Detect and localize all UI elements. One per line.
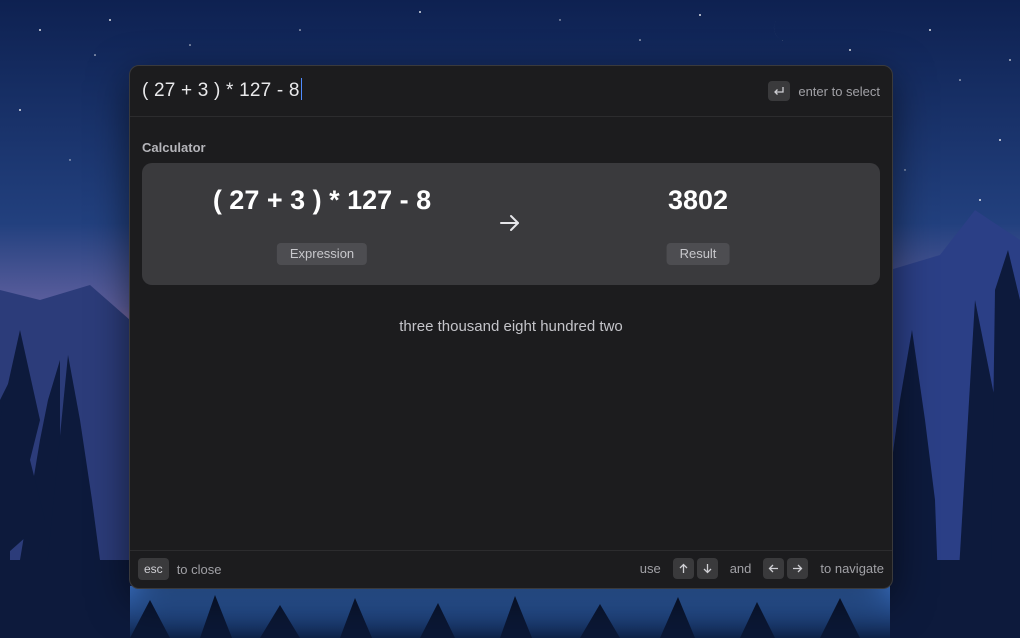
enter-hint-label: enter to select bbox=[798, 83, 880, 99]
navigate-hint-label: to navigate bbox=[820, 561, 884, 576]
search-input[interactable]: ( 27 + 3 ) * 127 - 8 bbox=[142, 78, 303, 104]
navigate-hint: use and to navigate bbox=[640, 558, 884, 579]
arrow-left-icon[interactable] bbox=[763, 558, 785, 579]
calculator-result-card[interactable]: ( 27 + 3 ) * 127 - 8 Expression 3802 Res… bbox=[142, 163, 880, 285]
desktop: ( 27 + 3 ) * 127 - 8 enter to select Cal… bbox=[0, 0, 1020, 638]
result-in-words: three thousand eight hundred two bbox=[399, 318, 623, 335]
enter-hint: enter to select bbox=[768, 80, 880, 102]
close-hint: esc to close bbox=[138, 558, 222, 580]
launcher-window: ( 27 + 3 ) * 127 - 8 enter to select Cal… bbox=[129, 65, 893, 589]
result-column: 3802 Result bbox=[548, 163, 848, 285]
arrow-down-icon[interactable] bbox=[696, 558, 718, 579]
expression-column: ( 27 + 3 ) * 127 - 8 Expression bbox=[172, 163, 472, 285]
section-title-calculator: Calculator bbox=[142, 140, 206, 155]
use-label: use bbox=[639, 561, 661, 576]
esc-key[interactable]: esc bbox=[138, 558, 169, 580]
result-label: Result bbox=[666, 243, 730, 265]
arrow-right-key-icon[interactable] bbox=[787, 558, 809, 579]
expression-label: Expression bbox=[276, 243, 368, 265]
arrow-up-icon[interactable] bbox=[672, 558, 694, 579]
expression-value: ( 27 + 3 ) * 127 - 8 bbox=[212, 185, 432, 215]
footer-bar: esc to close use and to navigate bbox=[130, 550, 892, 588]
search-bar: ( 27 + 3 ) * 127 - 8 enter to select bbox=[130, 66, 892, 117]
close-hint-label: to close bbox=[176, 561, 222, 577]
search-query[interactable]: ( 27 + 3 ) * 127 - 8 bbox=[142, 80, 300, 101]
result-value: 3802 bbox=[667, 185, 729, 215]
return-key-icon[interactable] bbox=[768, 81, 791, 101]
arrow-right-icon bbox=[500, 215, 519, 231]
text-caret bbox=[300, 78, 303, 100]
and-label: and bbox=[729, 561, 752, 576]
